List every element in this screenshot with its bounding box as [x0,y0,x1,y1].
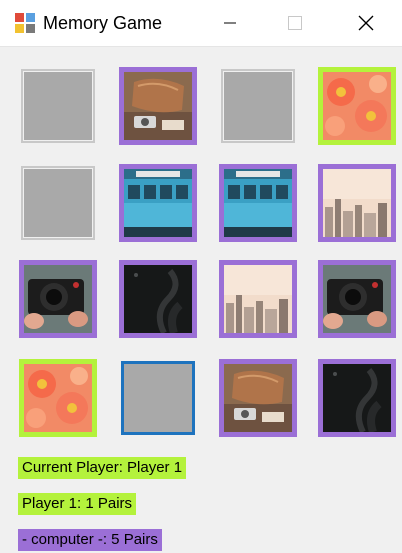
card-desk-camera-leather-bag[interactable] [119,67,197,145]
card-hands-holding-camera[interactable] [19,260,97,338]
close-icon [358,15,374,31]
card-hands-holding-camera[interactable] [318,260,396,338]
card-dark-smoke[interactable] [318,359,396,437]
card-orange-flowers[interactable] [19,359,97,437]
window-title: Memory Game [43,13,163,33]
face-down-card[interactable] [219,67,297,145]
card-blue-vintage-bus[interactable] [119,164,197,242]
face-down-card[interactable] [19,164,97,242]
card-dark-smoke[interactable] [119,260,197,338]
card-desk-camera-leather-bag[interactable] [219,359,297,437]
face-down-card[interactable] [19,67,97,145]
maximize-icon [288,16,302,30]
current-player-label: Current Player: Player 1 [18,457,187,479]
memory-game-app-icon [14,12,36,34]
face-down-card[interactable] [119,359,197,437]
computer-score-label: - computer -: 5 Pairs [18,529,162,551]
card-city-skyline[interactable] [318,164,396,242]
player1-score-label: Player 1: 1 Pairs [18,493,137,515]
minimize-button[interactable] [207,0,253,46]
card-city-skyline[interactable] [219,260,297,338]
card-board: Current Player: Player 1 Player 1: 1 Pai… [0,46,402,553]
close-button[interactable] [343,0,389,46]
card-orange-flowers[interactable] [318,67,396,145]
title-bar: Memory Game [0,0,402,47]
maximize-button[interactable] [272,0,318,46]
card-blue-vintage-bus[interactable] [219,164,297,242]
minimize-icon [224,17,236,29]
